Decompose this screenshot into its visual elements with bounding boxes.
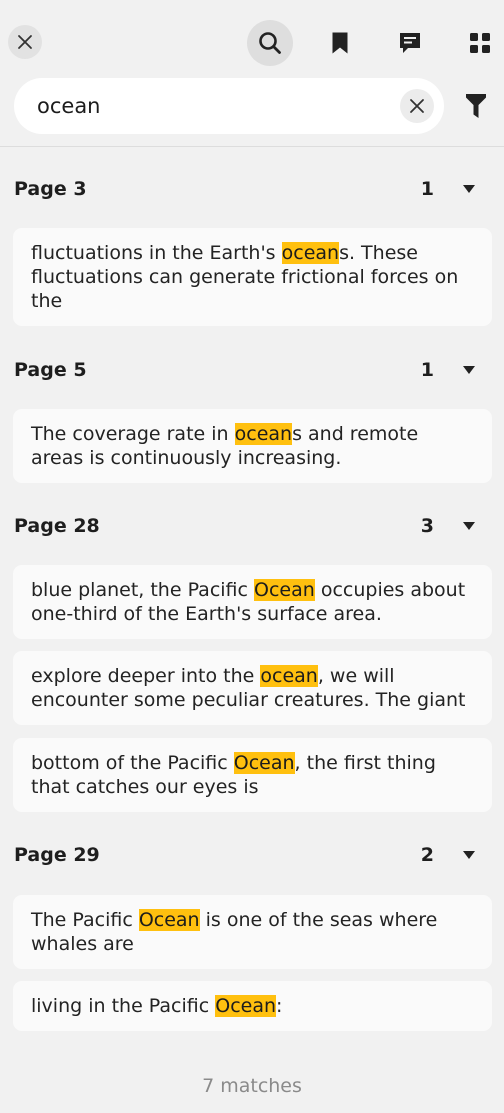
result-text: fluctuations in the Earth's: [31, 242, 282, 264]
page-label: Page 3: [14, 178, 87, 200]
clear-icon: [410, 99, 424, 113]
comment-button[interactable]: [392, 25, 428, 61]
chevron-down-icon[interactable]: [462, 364, 476, 376]
search-box[interactable]: [14, 78, 444, 134]
chevron-down-icon[interactable]: [462, 849, 476, 861]
filter-icon: [466, 94, 486, 118]
chevron-down-icon[interactable]: [462, 183, 476, 195]
result-item[interactable]: explore deeper into the ocean, we will e…: [13, 651, 492, 725]
page-group-header[interactable]: Page 29 2: [0, 835, 504, 875]
clear-search-button[interactable]: [400, 89, 434, 123]
match-highlight: Ocean: [233, 752, 295, 774]
page-label: Page 28: [14, 515, 100, 537]
search-input[interactable]: [37, 94, 377, 118]
result-text: living in the Pacific: [31, 995, 216, 1017]
match-highlight: Ocean: [215, 995, 277, 1017]
match-count: 2: [420, 844, 434, 866]
page-label: Page 29: [14, 844, 100, 866]
result-text: explore deeper into the: [31, 665, 261, 687]
result-text: blue planet, the Pacific: [31, 579, 254, 601]
comment-icon: [400, 33, 420, 53]
filter-button[interactable]: [460, 90, 492, 122]
bookmark-icon: [332, 32, 348, 54]
divider: [0, 146, 504, 147]
bookmark-button[interactable]: [322, 25, 358, 61]
result-item[interactable]: The coverage rate in oceans and remote a…: [13, 409, 492, 483]
page-group-header[interactable]: Page 5 1: [0, 350, 504, 390]
result-text: The coverage rate in: [31, 423, 235, 445]
close-icon: [18, 35, 32, 49]
result-text: bottom of the Pacific: [31, 752, 234, 774]
match-count: 3: [420, 515, 434, 537]
result-item[interactable]: bottom of the Pacific Ocean, the first t…: [13, 738, 492, 812]
chevron-down-icon[interactable]: [462, 520, 476, 532]
match-highlight: Ocean: [254, 579, 315, 601]
search-icon: [259, 32, 281, 54]
match-count: 1: [420, 359, 434, 381]
match-count: 1: [420, 178, 434, 200]
match-highlight: ocean: [281, 242, 340, 264]
page-label: Page 5: [14, 359, 87, 381]
search-button[interactable]: [247, 20, 293, 66]
result-item[interactable]: blue planet, the Pacific Ocean occupies …: [13, 565, 492, 639]
match-total: 7 matches: [202, 1075, 302, 1097]
search-row: [0, 78, 504, 146]
grid-button[interactable]: [462, 25, 498, 61]
result-item[interactable]: The Pacific Ocean is one of the seas whe…: [13, 895, 492, 969]
result-item[interactable]: living in the Pacific Ocean:: [13, 981, 492, 1031]
page-group-header[interactable]: Page 28 3: [0, 506, 504, 546]
grid-icon: [470, 33, 490, 53]
match-highlight: Ocean: [138, 909, 200, 931]
result-text: The Pacific: [31, 909, 139, 931]
close-button[interactable]: [8, 25, 42, 59]
result-item[interactable]: fluctuations in the Earth's oceans. Thes…: [13, 228, 492, 326]
match-highlight: ocean: [234, 423, 293, 445]
result-text: :: [276, 995, 283, 1017]
match-highlight: ocean: [260, 665, 318, 687]
page-group-header[interactable]: Page 3 1: [0, 169, 504, 209]
top-toolbar: [0, 0, 504, 84]
